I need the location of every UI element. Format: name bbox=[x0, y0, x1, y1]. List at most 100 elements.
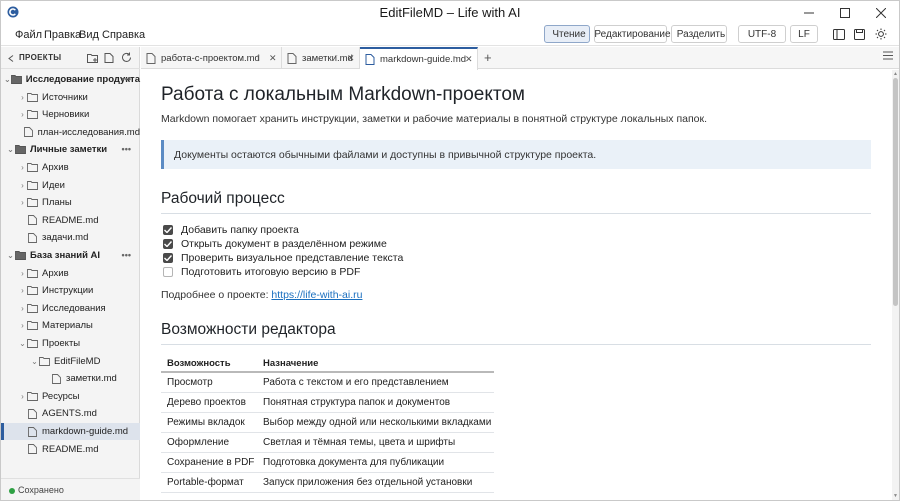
title-bar: EditFileMD – Life with AI bbox=[1, 1, 899, 24]
collapse-sidebar-icon[interactable] bbox=[8, 55, 14, 62]
chevron-right-icon[interactable]: › bbox=[18, 321, 27, 330]
tree-file[interactable]: markdown-guide.md bbox=[1, 423, 140, 440]
toggle-sidebar-button[interactable] bbox=[832, 27, 846, 41]
pin-icon[interactable]: ⊺ bbox=[334, 54, 338, 63]
folder-icon bbox=[15, 251, 26, 261]
pin-icon[interactable]: ⊺ bbox=[256, 54, 260, 63]
document-icon bbox=[365, 54, 375, 65]
chevron-down-icon[interactable]: ⌄ bbox=[6, 251, 15, 260]
chevron-right-icon[interactable]: › bbox=[18, 198, 27, 207]
checkbox-checked-icon[interactable] bbox=[163, 252, 173, 263]
minimize-button[interactable] bbox=[791, 1, 827, 24]
chevron-down-icon[interactable]: ⌄ bbox=[30, 357, 39, 366]
chevron-right-icon[interactable]: › bbox=[18, 304, 27, 313]
tree-folder[interactable]: › Архив bbox=[1, 159, 140, 176]
tab-rabota-s-proektom[interactable]: работа-с-проектом.md ⊺ ✕ bbox=[141, 47, 282, 69]
tree-file[interactable]: AGENTS.md bbox=[1, 405, 140, 422]
tree-item-label: README.md bbox=[42, 443, 99, 455]
tree-folder[interactable]: › Идеи bbox=[1, 177, 140, 194]
chevron-right-icon[interactable]: › bbox=[18, 286, 27, 295]
project-group[interactable]: ⌄ Личные заметки ••• bbox=[1, 141, 140, 158]
tree-folder[interactable]: › Планы bbox=[1, 194, 140, 211]
tree-file[interactable]: задачи.md bbox=[1, 229, 140, 246]
print-button[interactable] bbox=[852, 27, 866, 41]
tree-item-label: Материалы bbox=[42, 320, 93, 332]
chevron-right-icon[interactable]: › bbox=[18, 163, 27, 172]
close-button[interactable] bbox=[863, 1, 899, 24]
more-options-icon[interactable]: ••• bbox=[122, 144, 131, 154]
file-icon bbox=[51, 373, 62, 384]
chevron-down-icon[interactable]: ⌄ bbox=[6, 145, 15, 154]
tree-folder[interactable]: › Материалы bbox=[1, 317, 140, 334]
menu-view[interactable]: Вид bbox=[79, 29, 99, 41]
tree-item-label: Архив bbox=[42, 267, 69, 279]
menu-edit[interactable]: Правка bbox=[44, 29, 81, 41]
chevron-right-icon[interactable]: › bbox=[18, 110, 27, 119]
checkbox-unchecked-icon[interactable] bbox=[163, 266, 173, 277]
scroll-down-icon[interactable]: ▼ bbox=[893, 493, 898, 499]
tab-markdown-guide[interactable]: markdown-guide.md ⊺ ✕ bbox=[360, 47, 478, 70]
close-tab-icon[interactable]: ✕ bbox=[347, 53, 355, 64]
table-cell: Просмотр bbox=[167, 377, 213, 388]
split-mode-button[interactable]: Разделить bbox=[671, 25, 727, 43]
chevron-right-icon[interactable]: › bbox=[18, 269, 27, 278]
tree-folder[interactable]: › Архив bbox=[1, 265, 140, 282]
column-header: Возможность bbox=[167, 358, 231, 369]
close-icon bbox=[876, 7, 886, 18]
encoding-value: UTF-8 bbox=[747, 28, 777, 40]
tree-file[interactable]: план-исследования.md bbox=[1, 124, 140, 141]
project-link-line: Подробнее о проекте: https://life-with-a… bbox=[161, 289, 362, 301]
column-header: Назначение bbox=[263, 358, 319, 369]
task-item: Открыть документ в разделённом режиме bbox=[163, 237, 387, 250]
checkbox-checked-icon[interactable] bbox=[163, 224, 173, 235]
vertical-scrollbar[interactable]: ▲ ▼ bbox=[892, 70, 899, 500]
line-ending-selector[interactable]: LF bbox=[790, 25, 818, 43]
refresh-icon[interactable] bbox=[121, 52, 132, 63]
tree-item-label: задачи.md bbox=[42, 232, 89, 244]
scroll-thumb[interactable] bbox=[893, 78, 898, 306]
encoding-selector[interactable]: UTF-8 bbox=[738, 25, 786, 43]
tree-folder[interactable]: ⌄ EditFileMD bbox=[1, 353, 140, 370]
theme-toggle-button[interactable] bbox=[874, 27, 888, 41]
tree-folder[interactable]: › Исследования bbox=[1, 300, 140, 317]
tab-list-menu-icon[interactable] bbox=[883, 51, 893, 60]
chevron-down-icon[interactable]: ⌄ bbox=[18, 339, 27, 348]
pin-icon[interactable]: ⊺ bbox=[452, 55, 456, 64]
more-options-icon[interactable]: ••• bbox=[122, 74, 131, 84]
file-icon bbox=[27, 408, 38, 419]
menu-help[interactable]: Справка bbox=[102, 29, 145, 41]
menu-file[interactable]: Файл bbox=[15, 29, 42, 41]
tree-folder[interactable]: ⌄ Проекты bbox=[1, 335, 140, 352]
tree-folder[interactable]: › Ресурсы bbox=[1, 388, 140, 405]
more-options-icon[interactable]: ••• bbox=[122, 250, 131, 260]
table-cell: Сохранение в PDF bbox=[167, 457, 255, 468]
chevron-right-icon[interactable]: › bbox=[18, 181, 27, 190]
close-tab-icon[interactable]: ✕ bbox=[465, 54, 473, 65]
tree-file[interactable]: заметки.md bbox=[1, 370, 140, 387]
tree-folder[interactable]: › Черновики bbox=[1, 106, 140, 123]
maximize-button[interactable] bbox=[827, 1, 863, 24]
add-file-icon[interactable] bbox=[104, 53, 115, 63]
project-link[interactable]: https://life-with-ai.ru bbox=[271, 289, 362, 301]
read-mode-button[interactable]: Чтение bbox=[544, 25, 590, 43]
chevron-right-icon[interactable]: › bbox=[18, 93, 27, 102]
project-group[interactable]: ⌄ Исследование продукта ••• bbox=[1, 71, 140, 88]
tree-folder[interactable]: › Источники bbox=[1, 89, 140, 106]
checkbox-checked-icon[interactable] bbox=[163, 238, 173, 249]
chevron-down-icon[interactable]: ⌄ bbox=[4, 75, 11, 84]
tree-item-label: заметки.md bbox=[66, 373, 117, 385]
chevron-right-icon[interactable]: › bbox=[18, 392, 27, 401]
add-folder-icon[interactable] bbox=[87, 53, 99, 63]
scroll-up-icon[interactable]: ▲ bbox=[893, 71, 898, 77]
document-heading: Работа с локальным Markdown-проектом bbox=[161, 84, 525, 105]
project-group[interactable]: ⌄ База знаний AI ••• bbox=[1, 247, 140, 264]
tree-file[interactable]: README.md bbox=[1, 212, 140, 229]
tree-item-label: план-исследования.md bbox=[37, 126, 140, 138]
edit-mode-button[interactable]: Редактирование bbox=[594, 25, 671, 43]
new-tab-button[interactable]: + bbox=[484, 50, 492, 65]
table-row: Оформление Светлая и тёмная темы, цвета … bbox=[161, 433, 494, 453]
tab-zametki[interactable]: заметки.md ⊺ ✕ bbox=[282, 47, 360, 69]
close-tab-icon[interactable]: ✕ bbox=[269, 53, 277, 64]
tree-file[interactable]: README.md bbox=[1, 441, 140, 458]
tree-folder[interactable]: › Инструкции bbox=[1, 282, 140, 299]
